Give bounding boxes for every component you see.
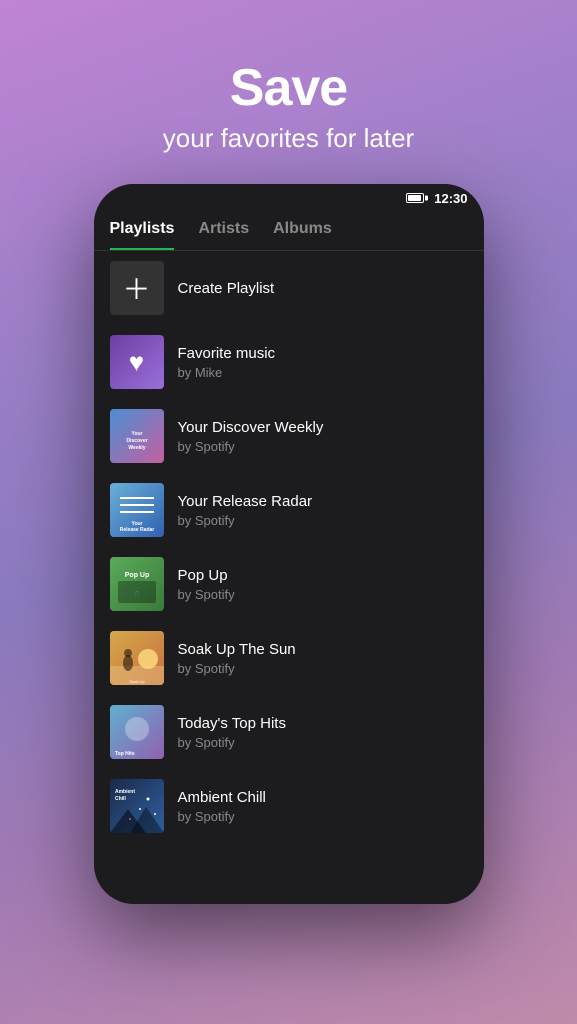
favorite-music-name: Favorite music [178, 345, 276, 362]
discover-weekly-thumb: Your Discover Weekly [110, 409, 164, 463]
svg-text:Weekly: Weekly [128, 445, 145, 451]
create-playlist-info: Create Playlist [178, 280, 275, 297]
create-playlist-thumb: ＋ [110, 261, 164, 315]
phone-frame: 12:30 Playlists Artists Albums ＋ Create … [94, 184, 484, 904]
plus-icon: ＋ [122, 268, 150, 308]
status-icons: 12:30 [406, 191, 467, 206]
create-playlist-item[interactable]: ＋ Create Playlist [94, 251, 484, 325]
tab-albums[interactable]: Albums [273, 220, 332, 250]
hero-title: Save [163, 60, 414, 117]
popup-info: Pop Up by Spotify [178, 567, 235, 602]
hero-section: Save your favorites for later [163, 60, 414, 154]
hero-subtitle: your favorites for later [163, 123, 414, 154]
status-bar: 12:30 [94, 184, 484, 212]
favorite-music-item[interactable]: ♥ Favorite music by Mike [94, 325, 484, 399]
soak-sun-name: Soak Up The Sun [178, 641, 296, 658]
release-radar-name: Your Release Radar [178, 493, 313, 510]
favorite-music-info: Favorite music by Mike [178, 345, 276, 380]
favorite-music-sub: by Mike [178, 365, 276, 380]
top-hits-sub: by Spotify [178, 735, 286, 750]
ambient-chill-item[interactable]: Ambient Chill Ambient Chill by Spotify [94, 769, 484, 843]
discover-weekly-item[interactable]: Your Discover Weekly Your Discover Weekl… [94, 399, 484, 473]
battery-icon [406, 193, 424, 203]
popup-name: Pop Up [178, 567, 235, 584]
soak-sun-sub: by Spotify [178, 661, 296, 676]
svg-text:Discover: Discover [126, 438, 147, 444]
release-radar-item[interactable]: Your Release Radar Your Release Radar by… [94, 473, 484, 547]
svg-text:Chill: Chill [115, 796, 126, 802]
popup-item[interactable]: Pop Up 🎵 Pop Up by Spotify [94, 547, 484, 621]
create-playlist-label: Create Playlist [178, 280, 275, 297]
favorite-music-thumb: ♥ [110, 335, 164, 389]
tabs-bar: Playlists Artists Albums [94, 212, 484, 251]
playlist-list: ＋ Create Playlist ♥ Favorite music by Mi… [94, 251, 484, 897]
release-radar-sub: by Spotify [178, 513, 313, 528]
svg-text:Your: Your [131, 431, 142, 437]
ambient-chill-info: Ambient Chill by Spotify [178, 789, 266, 824]
heart-icon: ♥ [129, 347, 144, 378]
soak-sun-thumb: Soak Up [110, 631, 164, 685]
top-hits-info: Today's Top Hits by Spotify [178, 715, 286, 750]
svg-text:🎵: 🎵 [133, 590, 139, 597]
svg-text:Release Radar: Release Radar [119, 527, 154, 533]
soak-sun-item[interactable]: Soak Up Soak Up The Sun by Spotify [94, 621, 484, 695]
popup-sub: by Spotify [178, 587, 235, 602]
discover-weekly-name: Your Discover Weekly [178, 419, 324, 436]
status-time: 12:30 [434, 191, 467, 206]
svg-text:Pop Up: Pop Up [124, 572, 149, 579]
ambient-chill-name: Ambient Chill [178, 789, 266, 806]
release-radar-thumb: Your Release Radar [110, 483, 164, 537]
soak-sun-info: Soak Up The Sun by Spotify [178, 641, 296, 676]
top-hits-thumb: Top Hits [110, 705, 164, 759]
discover-weekly-sub: by Spotify [178, 439, 324, 454]
tab-playlists[interactable]: Playlists [110, 220, 175, 250]
top-hits-item[interactable]: Top Hits Today's Top Hits by Spotify [94, 695, 484, 769]
discover-weekly-info: Your Discover Weekly by Spotify [178, 419, 324, 454]
ambient-chill-sub: by Spotify [178, 809, 266, 824]
tab-artists[interactable]: Artists [198, 220, 249, 250]
ambient-chill-thumb: Ambient Chill [110, 779, 164, 833]
top-hits-name: Today's Top Hits [178, 715, 286, 732]
svg-text:Ambient: Ambient [115, 789, 135, 795]
popup-thumb: Pop Up 🎵 [110, 557, 164, 611]
release-radar-info: Your Release Radar by Spotify [178, 493, 313, 528]
svg-text:Soak Up: Soak Up [129, 679, 145, 684]
svg-text:Top Hits: Top Hits [115, 751, 135, 757]
